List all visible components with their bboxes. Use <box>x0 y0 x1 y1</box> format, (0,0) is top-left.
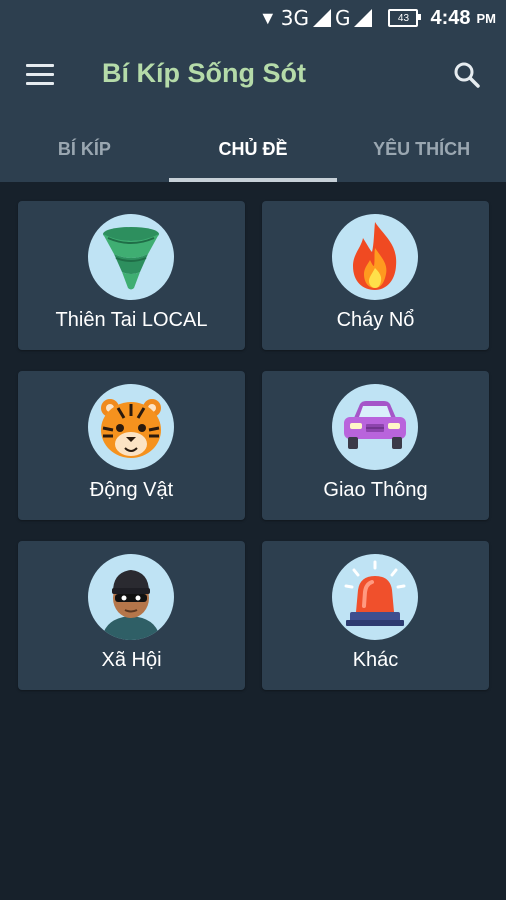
fire-icon <box>332 214 418 300</box>
category-card-thien-tai[interactable]: Thiên Tai LOCAL <box>18 201 245 350</box>
clock-ampm: PM <box>476 10 497 26</box>
tab-yeu-thich[interactable]: YÊU THÍCH <box>337 116 506 182</box>
category-label: Khác <box>352 649 399 671</box>
search-icon[interactable] <box>452 60 482 90</box>
category-grid: Thiên Tai LOCAL Cháy Nổ Động Vật Giao Th… <box>18 201 489 690</box>
category-label: Cháy Nổ <box>336 309 415 331</box>
signal-icon-1 <box>312 9 331 27</box>
hamburger-menu-icon[interactable] <box>26 64 54 86</box>
app-bar: Bí Kíp Sống Sót <box>0 36 506 116</box>
car-icon <box>332 384 418 470</box>
category-card-xa-hoi[interactable]: Xã Hội <box>18 541 245 690</box>
clock-time: 4:48 <box>430 6 471 29</box>
category-label: Động Vật <box>89 479 174 501</box>
category-label: Thiên Tai LOCAL <box>55 309 208 331</box>
siren-icon <box>332 554 418 640</box>
tornado-icon <box>88 214 174 300</box>
category-card-khac[interactable]: Khác <box>262 541 489 690</box>
battery-icon: 43 <box>388 9 422 27</box>
app-title: Bí Kíp Sống Sót <box>102 58 306 88</box>
tab-bar: BÍ KÍP CHỦ ĐỀ YÊU THÍCH <box>0 116 506 182</box>
thief-icon <box>88 554 174 640</box>
battery-level: 43 <box>397 12 410 24</box>
category-label: Xã Hội <box>101 649 162 671</box>
category-label: Giao Thông <box>323 479 428 501</box>
network-label-2: G <box>334 6 351 30</box>
category-card-dong-vat[interactable]: Động Vật <box>18 371 245 520</box>
status-bar: ▼ 3G G 43 4:48 PM <box>0 0 506 36</box>
tab-chu-de[interactable]: CHỦ ĐỀ <box>168 116 338 182</box>
signal-icon-2 <box>354 9 373 27</box>
category-card-giao-thong[interactable]: Giao Thông <box>262 371 489 520</box>
network-label-1: 3G <box>280 6 309 30</box>
wifi-icon: ▼ <box>258 7 277 28</box>
category-card-chay-no[interactable]: Cháy Nổ <box>262 201 489 350</box>
tab-bi-kip[interactable]: BÍ KÍP <box>0 116 169 182</box>
tiger-icon <box>88 384 174 470</box>
